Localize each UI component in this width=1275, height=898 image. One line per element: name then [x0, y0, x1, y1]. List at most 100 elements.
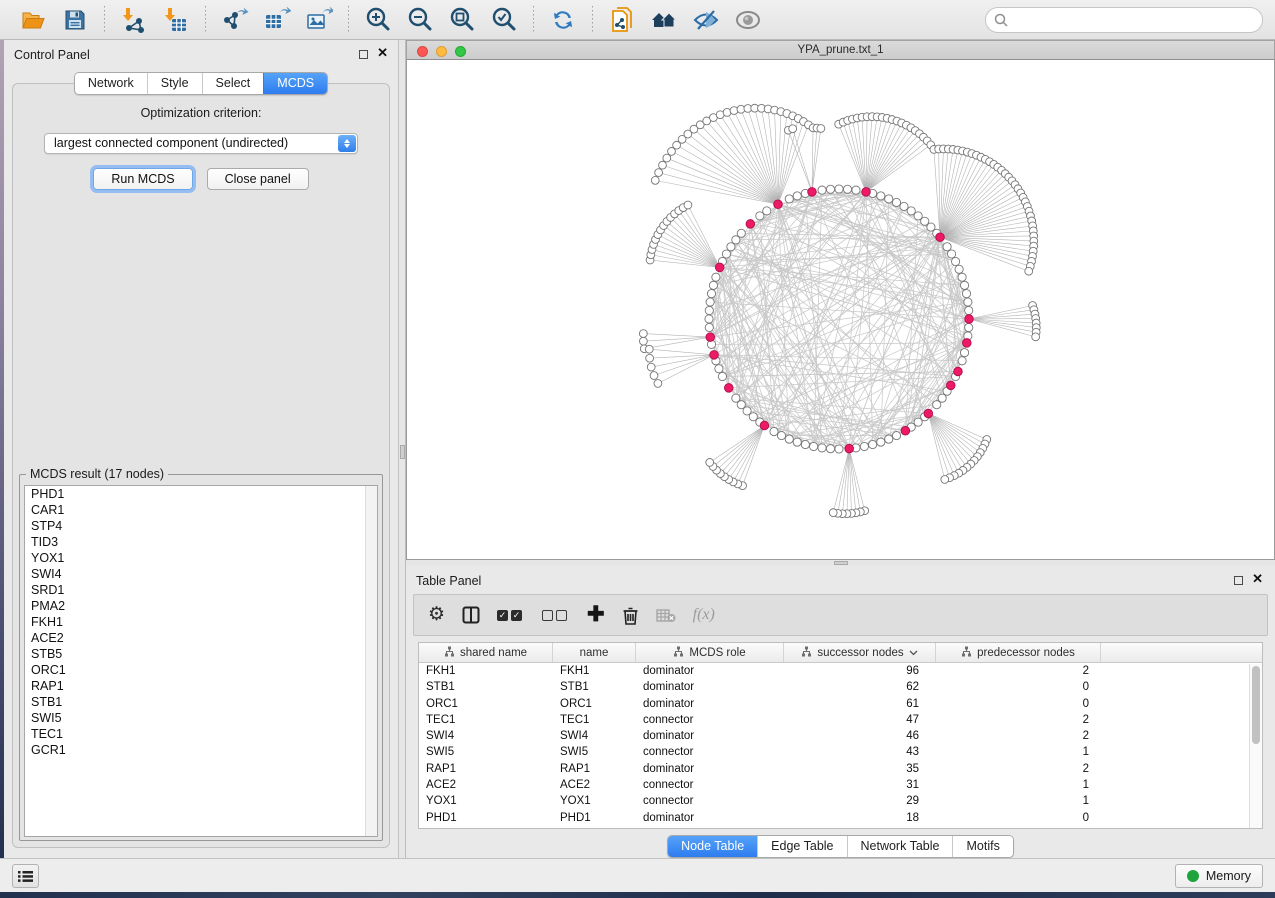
graph-node[interactable] [818, 186, 826, 194]
graph-node[interactable] [793, 438, 801, 446]
graph-node[interactable] [843, 185, 851, 193]
open-file-icon[interactable] [18, 5, 48, 35]
cell-shared-name[interactable]: SWI4 [419, 728, 553, 744]
cell-successor-nodes[interactable]: 61 [784, 696, 936, 712]
graph-node[interactable] [892, 431, 900, 439]
tab-motifs[interactable]: Motifs [952, 836, 1012, 857]
mcds-result-item[interactable]: PHD1 [25, 486, 377, 502]
show-eye-icon[interactable] [733, 5, 763, 35]
graph-hub-node[interactable] [706, 333, 715, 342]
vertical-splitter[interactable] [399, 40, 406, 858]
cell-name[interactable]: ACE2 [553, 777, 636, 793]
graph-node[interactable] [722, 250, 730, 258]
graph-hub-node[interactable] [965, 315, 974, 324]
mcds-result-item[interactable]: YOX1 [25, 550, 377, 566]
zoom-out-icon[interactable] [405, 5, 435, 35]
graph-leaf-node[interactable] [1025, 267, 1033, 275]
graph-node[interactable] [707, 290, 715, 298]
table-row[interactable]: SWI5SWI5connector431 [419, 744, 1262, 760]
graph-leaf-node[interactable] [647, 363, 655, 371]
cell-predecessor-nodes[interactable]: 2 [936, 663, 1101, 679]
cell-predecessor-nodes[interactable]: 1 [936, 793, 1101, 809]
window-zoom-icon[interactable] [455, 46, 466, 57]
graph-hub-node[interactable] [946, 381, 955, 390]
refresh-layout-icon[interactable] [548, 5, 578, 35]
mcds-list-scrollbar[interactable] [365, 486, 377, 836]
cell-MCDS-role[interactable]: dominator [636, 728, 784, 744]
graph-hub-node[interactable] [954, 367, 963, 376]
table-row[interactable]: TEC1TEC1connector472 [419, 712, 1262, 728]
search-input[interactable] [985, 7, 1263, 33]
network-graph[interactable] [407, 60, 1275, 560]
cell-MCDS-role[interactable]: connector [636, 793, 784, 809]
graph-node[interactable] [777, 431, 785, 439]
dropdown-stepper-icon[interactable] [338, 135, 356, 152]
export-image-icon[interactable] [304, 5, 334, 35]
mcds-result-item[interactable]: STP4 [25, 518, 377, 534]
close-panel-button[interactable]: Close panel [207, 168, 309, 190]
show-columns-icon[interactable] [462, 606, 480, 624]
cell-successor-nodes[interactable]: 96 [784, 663, 936, 679]
cell-predecessor-nodes[interactable]: 0 [936, 696, 1101, 712]
graph-node[interactable] [763, 207, 771, 215]
window-close-icon[interactable] [417, 46, 428, 57]
graph-node[interactable] [756, 212, 764, 220]
graph-node[interactable] [965, 323, 973, 331]
graph-hub-node[interactable] [760, 421, 769, 430]
cell-MCDS-role[interactable]: connector [636, 777, 784, 793]
graph-node[interactable] [885, 435, 893, 443]
cell-MCDS-role[interactable]: dominator [636, 679, 784, 695]
mcds-result-item[interactable]: RAP1 [25, 678, 377, 694]
cell-name[interactable]: ORC1 [553, 696, 636, 712]
graph-leaf-node[interactable] [730, 107, 738, 115]
graph-hub-node[interactable] [710, 351, 719, 360]
graph-hub-node[interactable] [845, 444, 854, 453]
criterion-dropdown[interactable]: largest connected component (undirected) [44, 133, 358, 154]
cell-name[interactable]: STB1 [553, 679, 636, 695]
mcds-result-item[interactable]: TID3 [25, 534, 377, 550]
zoom-selected-icon[interactable] [489, 5, 519, 35]
mcds-result-item[interactable]: STB1 [25, 694, 377, 710]
import-network-icon[interactable] [119, 5, 149, 35]
cell-name[interactable]: PHD1 [553, 810, 636, 826]
home-networks-icon[interactable] [649, 5, 679, 35]
table-row[interactable]: YOX1YOX1connector291 [419, 793, 1262, 809]
table-row[interactable]: ACE2ACE2connector311 [419, 777, 1262, 793]
tab-network[interactable]: Network [75, 73, 147, 94]
graph-leaf-node[interactable] [655, 169, 663, 177]
close-panel-icon[interactable]: ✕ [1252, 572, 1263, 586]
zoom-fit-icon[interactable] [447, 5, 477, 35]
cell-name[interactable]: SWI5 [553, 744, 636, 760]
graph-hub-node[interactable] [936, 233, 945, 242]
graph-node[interactable] [705, 323, 713, 331]
graph-node[interactable] [907, 207, 915, 215]
graph-node[interactable] [958, 273, 966, 281]
graph-hub-node[interactable] [962, 339, 971, 348]
cell-name[interactable]: RAP1 [553, 761, 636, 777]
cell-MCDS-role[interactable]: dominator [636, 663, 784, 679]
graph-hub-node[interactable] [724, 384, 733, 393]
cell-shared-name[interactable]: ORC1 [419, 696, 553, 712]
cell-MCDS-role[interactable]: connector [636, 712, 784, 728]
graph-leaf-node[interactable] [639, 337, 647, 345]
graph-leaf-node[interactable] [817, 125, 825, 133]
cell-predecessor-nodes[interactable]: 1 [936, 744, 1101, 760]
graph-leaf-node[interactable] [651, 176, 659, 184]
cell-shared-name[interactable]: FKH1 [419, 663, 553, 679]
tab-style[interactable]: Style [147, 73, 202, 94]
graph-node[interactable] [958, 357, 966, 365]
graph-leaf-node[interactable] [659, 161, 667, 169]
graph-node[interactable] [892, 198, 900, 206]
mcds-result-item[interactable]: ORC1 [25, 662, 377, 678]
column-header-successor-nodes[interactable]: successor nodes [784, 643, 936, 662]
window-minimize-icon[interactable] [436, 46, 447, 57]
mcds-result-item[interactable]: SWI5 [25, 710, 377, 726]
mcds-result-item[interactable]: ACE2 [25, 630, 377, 646]
graph-node[interactable] [962, 290, 970, 298]
float-window-icon[interactable] [1234, 576, 1243, 585]
graph-node[interactable] [835, 445, 843, 453]
column-header-predecessor-nodes[interactable]: predecessor nodes [936, 643, 1101, 662]
cell-shared-name[interactable]: TEC1 [419, 712, 553, 728]
column-header-shared-name[interactable]: shared name [419, 643, 553, 662]
tab-network-table[interactable]: Network Table [847, 836, 953, 857]
